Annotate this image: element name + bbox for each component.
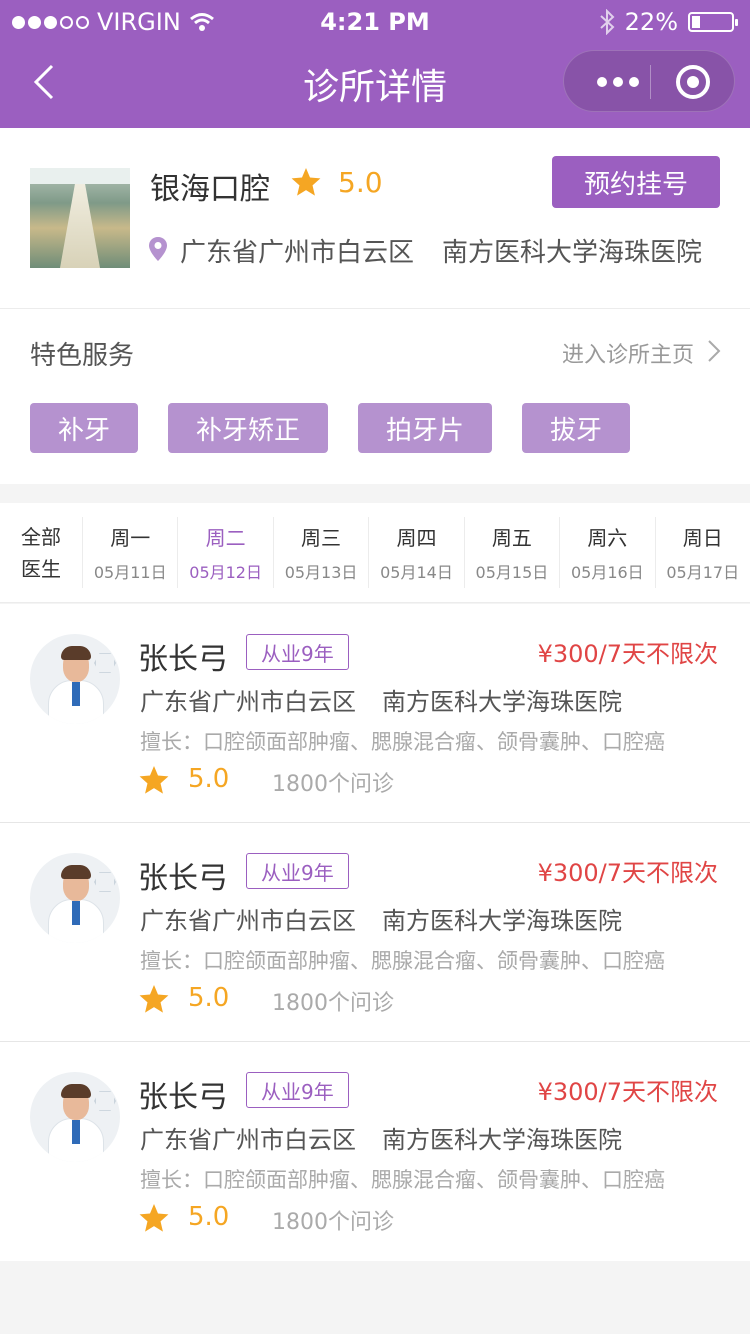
avatar bbox=[30, 853, 120, 943]
book-appointment-button[interactable]: 预约挂号 bbox=[552, 156, 720, 208]
doctor-card[interactable]: 张长弓 从业9年 ¥300/7天不限次 广东省广州市白云区 南方医科大学海珠医院 … bbox=[0, 1042, 750, 1261]
battery-percent: 22% bbox=[624, 8, 678, 36]
featured-services: 特色服务 进入诊所主页 补牙 补牙矫正 拍牙片 拔牙 bbox=[0, 308, 750, 484]
day-date: 05月11日 bbox=[93, 563, 167, 582]
clinic-name: 银海口腔 bbox=[150, 172, 270, 207]
schedule-tabs: 全部 医生 周一 05月11日 周二 05月12日 周三 05月13日 周四 05月14… bbox=[0, 503, 750, 603]
doctor-card[interactable]: 张长弓 从业9年 ¥300/7天不限次 广东省广州市白云区 南方医科大学海珠医院 … bbox=[0, 604, 750, 823]
clinic-address: 广东省广州市白云区 南方医科大学海珠医院 bbox=[180, 232, 702, 269]
clinic-card: 银海口腔 5.0 预约挂号 广东省广州市白云区 南方医科大学海珠医院 bbox=[0, 128, 750, 308]
bluetooth-icon bbox=[599, 9, 615, 35]
doctor-address: 广东省广州市白云区 南方医科大学海珠医院 bbox=[140, 1120, 622, 1155]
doctor-list: 张长弓 从业9年 ¥300/7天不限次 广东省广州市白云区 南方医科大学海珠医院 … bbox=[0, 604, 750, 1261]
star-icon bbox=[139, 985, 169, 1013]
tab-day[interactable]: 周四 05月14日 bbox=[368, 517, 463, 588]
battery-icon bbox=[688, 12, 738, 32]
tab-all-line1: 全部 bbox=[21, 524, 61, 549]
clinic-home-link[interactable]: 进入诊所主页 bbox=[562, 337, 694, 369]
doctor-specialties: 擅长：口腔颌面部肿瘤、腮腺混合瘤、颌骨囊肿、口腔癌 bbox=[140, 949, 665, 973]
tab-all-doctors[interactable]: 全部 医生 bbox=[0, 503, 82, 602]
day-date: 05月17日 bbox=[666, 563, 740, 582]
doctor-rating: 5.0 bbox=[188, 983, 230, 1013]
doctor-region: 广东省广州市白云区 bbox=[140, 1126, 356, 1154]
tab-all-line2: 医生 bbox=[21, 556, 61, 581]
experience-badge: 从业9年 bbox=[246, 853, 349, 889]
doctor-rating: 5.0 bbox=[188, 764, 230, 794]
chevron-right-icon[interactable] bbox=[706, 339, 722, 363]
services-title: 特色服务 bbox=[30, 341, 135, 371]
day-weekday: 周日 bbox=[682, 526, 723, 550]
doctor-hospital: 南方医科大学海珠医院 bbox=[382, 907, 622, 935]
day-weekday: 周五 bbox=[491, 526, 532, 550]
service-tag[interactable]: 补牙矫正 bbox=[168, 403, 329, 453]
capsule-divider bbox=[650, 65, 651, 99]
consult-count: 1800个问诊 bbox=[272, 1210, 394, 1235]
doctor-region: 广东省广州市白云区 bbox=[140, 907, 356, 935]
tab-day[interactable]: 周三 05月13日 bbox=[272, 517, 368, 588]
avatar bbox=[30, 634, 120, 724]
day-weekday: 周一 bbox=[110, 526, 151, 550]
consult-count: 1800个问诊 bbox=[272, 772, 394, 797]
clinic-rating: 5.0 bbox=[338, 166, 383, 199]
star-icon bbox=[139, 1204, 169, 1232]
tab-day[interactable]: 周五 05月15日 bbox=[463, 517, 559, 588]
consult-count: 1800个问诊 bbox=[272, 991, 394, 1016]
doctor-specialties: 擅长：口腔颌面部肿瘤、腮腺混合瘤、颌骨囊肿、口腔癌 bbox=[140, 1168, 665, 1192]
day-date: 05月16日 bbox=[570, 563, 644, 582]
day-weekday: 周二 bbox=[205, 526, 246, 550]
service-tag[interactable]: 拍牙片 bbox=[358, 403, 493, 453]
clinic-photo bbox=[30, 168, 130, 268]
star-icon bbox=[139, 766, 169, 794]
doctor-price: ¥300/7天不限次 bbox=[537, 859, 718, 887]
mini-program-capsule bbox=[563, 50, 735, 112]
doctor-price: ¥300/7天不限次 bbox=[537, 640, 718, 668]
doctor-card[interactable]: 张长弓 从业9年 ¥300/7天不限次 广东省广州市白云区 南方医科大学海珠医院 … bbox=[0, 823, 750, 1042]
star-icon bbox=[291, 168, 321, 196]
location-pin-icon bbox=[149, 237, 167, 261]
doctor-specialties: 擅长：口腔颌面部肿瘤、腮腺混合瘤、颌骨囊肿、口腔癌 bbox=[140, 730, 665, 754]
status-bar: VIRGIN 4:21 PM 22% bbox=[0, 0, 750, 42]
tab-day[interactable]: 周一 05月11日 bbox=[82, 517, 177, 588]
day-date: 05月12日 bbox=[189, 563, 262, 582]
day-date: 05月15日 bbox=[475, 563, 549, 582]
doctor-hospital: 南方医科大学海珠医院 bbox=[382, 688, 622, 716]
tab-day[interactable]: 周日 05月17日 bbox=[654, 517, 750, 588]
target-circle-icon[interactable] bbox=[676, 65, 710, 99]
doctor-region: 广东省广州市白云区 bbox=[140, 688, 356, 716]
day-date: 05月14日 bbox=[380, 563, 453, 582]
doctor-name: 张长弓 bbox=[138, 861, 228, 896]
avatar bbox=[30, 1072, 120, 1162]
tab-day[interactable]: 周二 05月12日 bbox=[177, 517, 272, 588]
doctor-name: 张长弓 bbox=[138, 1080, 228, 1115]
doctor-address: 广东省广州市白云区 南方医科大学海珠医院 bbox=[140, 682, 622, 717]
day-date: 05月13日 bbox=[284, 563, 358, 582]
experience-badge: 从业9年 bbox=[246, 634, 349, 670]
doctor-address: 广东省广州市白云区 南方医科大学海珠医院 bbox=[140, 901, 622, 936]
day-weekday: 周四 bbox=[396, 526, 437, 550]
clinic-hospital: 南方医科大学海珠医院 bbox=[442, 238, 703, 268]
top-bar: VIRGIN 4:21 PM 22% 诊所详情 bbox=[0, 0, 750, 128]
doctor-rating: 5.0 bbox=[188, 1202, 230, 1232]
more-dots-icon[interactable] bbox=[588, 51, 648, 113]
day-weekday: 周三 bbox=[301, 526, 342, 550]
doctor-price: ¥300/7天不限次 bbox=[537, 1078, 718, 1106]
tab-day[interactable]: 周六 05月16日 bbox=[559, 517, 654, 588]
day-weekday: 周六 bbox=[587, 526, 628, 550]
doctor-name: 张长弓 bbox=[138, 642, 228, 677]
doctor-hospital: 南方医科大学海珠医院 bbox=[382, 1126, 622, 1154]
clinic-region: 广东省广州市白云区 bbox=[180, 238, 415, 268]
service-tags: 补牙 补牙矫正 拍牙片 拔牙 bbox=[30, 403, 631, 453]
experience-badge: 从业9年 bbox=[246, 1072, 349, 1108]
service-tag[interactable]: 拔牙 bbox=[522, 403, 631, 453]
service-tag[interactable]: 补牙 bbox=[30, 403, 139, 453]
